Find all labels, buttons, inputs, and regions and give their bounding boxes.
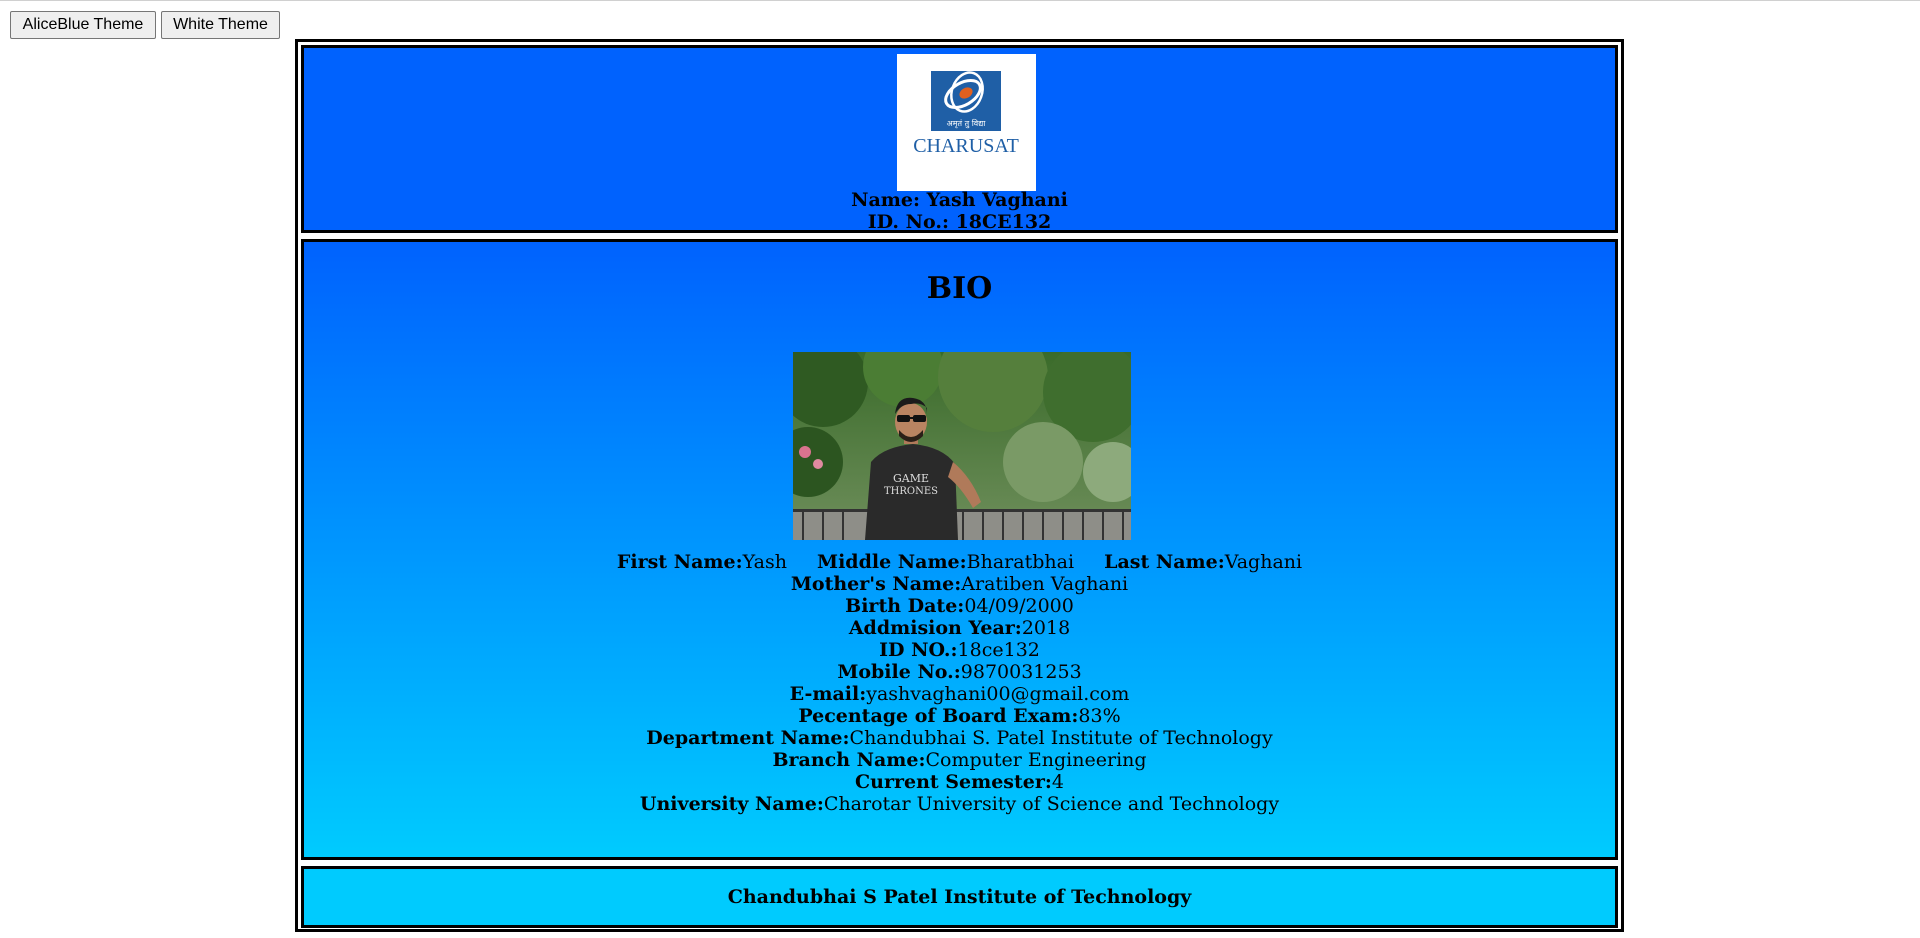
semester-row: Current Semester:4 — [304, 771, 1615, 793]
field-value: 9870031253 — [960, 661, 1082, 683]
bio-details: First Name:Yash Middle Name:Bharatbhai L… — [304, 551, 1615, 815]
field-value: 04/09/2000 — [964, 595, 1074, 617]
field-value: Computer Engineering — [925, 749, 1147, 771]
mobile-row: Mobile No.:9870031253 — [304, 661, 1615, 683]
id-number-row: ID NO.:18ce132 — [304, 639, 1615, 661]
top-divider — [0, 0, 1920, 1]
field-label: Current Semester: — [855, 771, 1052, 793]
field-label: ID NO.: — [879, 639, 958, 661]
email-row: E-mail:yashvaghani00@gmail.com — [304, 683, 1615, 705]
aliceblue-theme-button[interactable]: AliceBlue Theme — [10, 11, 156, 39]
footer-section: Chandubhai S Patel Institute of Technolo… — [301, 866, 1618, 928]
bio-section: BIO GAME THRONES First Name:Yash Middle … — [301, 239, 1618, 860]
field-label: University Name: — [639, 793, 824, 815]
field-value: Chandubhai S. Patel Institute of Technol… — [849, 727, 1273, 749]
first-name-value: Yash — [742, 551, 787, 573]
last-name-value: Vaghani — [1224, 551, 1303, 573]
svg-text:THRONES: THRONES — [884, 486, 938, 497]
field-value: 83% — [1078, 705, 1121, 727]
footer-institute-name: Chandubhai S Patel Institute of Technolo… — [727, 886, 1192, 908]
department-row: Department Name:Chandubhai S. Patel Inst… — [304, 727, 1615, 749]
field-value: 18ce132 — [957, 639, 1040, 661]
university-row: University Name:Charotar University of S… — [304, 793, 1615, 815]
field-value: yashvaghani00@gmail.com — [866, 683, 1130, 705]
field-label: Mother's Name: — [790, 573, 962, 595]
first-name-label: First Name: — [616, 551, 743, 573]
name-row: First Name:Yash Middle Name:Bharatbhai L… — [304, 551, 1615, 573]
field-label: Pecentage of Board Exam: — [798, 705, 1079, 727]
field-value: 4 — [1051, 771, 1064, 793]
last-name-label: Last Name: — [1104, 551, 1225, 573]
field-value: 2018 — [1021, 617, 1071, 639]
bio-title: BIO — [926, 271, 993, 306]
header-section: अमृतं तु विद्या CHARUSAT Name: Yash Vagh… — [301, 45, 1618, 233]
field-label: Addmision Year: — [848, 617, 1022, 639]
logo-tagline: अमृतं तु विद्या — [947, 118, 987, 129]
student-name: Name: Yash Vaghani — [851, 189, 1068, 211]
mother-name-row: Mother's Name:Aratiben Vaghani — [304, 573, 1615, 595]
field-value: Charotar University of Science and Techn… — [823, 793, 1280, 815]
birth-date-row: Birth Date:04/09/2000 — [304, 595, 1615, 617]
middle-name-label: Middle Name: — [817, 551, 967, 573]
white-theme-button[interactable]: White Theme — [161, 11, 280, 39]
student-id: ID. No.: 18CE132 — [867, 211, 1052, 233]
profile-card: अमृतं तु विद्या CHARUSAT Name: Yash Vagh… — [295, 39, 1624, 932]
svg-text:GAME: GAME — [893, 472, 929, 485]
field-label: Branch Name: — [772, 749, 926, 771]
middle-name-value: Bharatbhai — [966, 551, 1075, 573]
field-label: Mobile No.: — [837, 661, 961, 683]
field-label: E-mail: — [789, 683, 867, 705]
logo-wordmark: CHARUSAT — [913, 135, 1019, 157]
board-percentage-row: Pecentage of Board Exam:83% — [304, 705, 1615, 727]
field-value: Aratiben Vaghani — [961, 573, 1129, 595]
field-label: Birth Date: — [845, 595, 965, 617]
profile-photo: GAME THRONES — [793, 352, 1131, 540]
field-label: Department Name: — [646, 727, 850, 749]
branch-row: Branch Name:Computer Engineering — [304, 749, 1615, 771]
charusat-logo: अमृतं तु विद्या CHARUSAT — [897, 54, 1036, 191]
admission-year-row: Addmision Year:2018 — [304, 617, 1615, 639]
